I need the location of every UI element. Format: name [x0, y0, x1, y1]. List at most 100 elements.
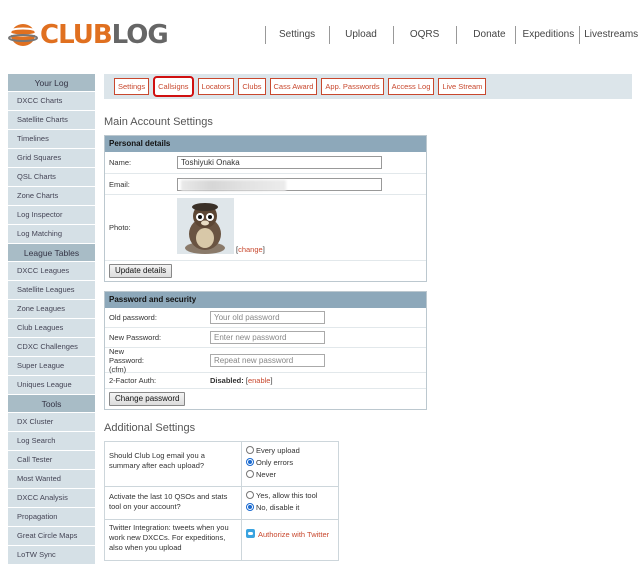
radio-never[interactable]: [246, 470, 254, 478]
tanuki-figurine-image: [177, 198, 234, 254]
radio-every-upload[interactable]: [246, 446, 254, 454]
sidebar-item-log-inspector[interactable]: Log Inspector: [8, 206, 95, 225]
email-field[interactable]: [177, 177, 382, 191]
change-photo-wrapper: [change]: [236, 245, 265, 254]
radio-disable-tool[interactable]: [246, 503, 254, 511]
top-navigation: Settings Upload OQRS Donate Expeditions …: [265, 26, 638, 44]
name-field[interactable]: Toshiyuki Onaka: [177, 156, 382, 169]
two-factor-label: 2-Factor Auth:: [109, 376, 157, 385]
authorize-twitter-link[interactable]: Authorize with Twitter: [258, 530, 329, 539]
tab-callsigns[interactable]: Callsigns: [153, 76, 194, 97]
additional-settings-table: Should Club Log email you a summary afte…: [104, 441, 339, 561]
sidebar-item-log-matching[interactable]: Log Matching: [8, 225, 95, 244]
personal-details-heading: Personal details: [105, 136, 426, 152]
name-row: Name: Toshiyuki Onaka: [105, 152, 426, 174]
sidebar-item-dxcc-charts[interactable]: DXCC Charts: [8, 92, 95, 111]
old-password-row: Old password: Your old password: [105, 308, 426, 328]
email-option-never-label: Never: [256, 470, 277, 479]
confirm-password-row: New Password: (cfm) Repeat new password: [105, 346, 426, 374]
tool-option-no-label: No, disable it: [256, 503, 300, 512]
email-option-only-errors[interactable]: Only errors: [246, 457, 334, 469]
sidebar-item-log-search[interactable]: Log Search: [8, 432, 95, 451]
sidebar-heading-your-log: Your Log: [8, 74, 95, 92]
sidebar-item-zone-charts[interactable]: Zone Charts: [8, 187, 95, 206]
sidebar-item-most-wanted[interactable]: Most Wanted: [8, 470, 95, 489]
radio-only-errors[interactable]: [246, 458, 254, 466]
nav-livestreams[interactable]: Livestreams: [579, 26, 638, 44]
avatar: [177, 198, 234, 254]
email-option-every-upload-label: Every upload: [256, 446, 300, 455]
sidebar-item-propagation[interactable]: Propagation: [8, 508, 95, 527]
sidebar-item-club-leagues[interactable]: Club Leagues: [8, 319, 95, 338]
main-content: Settings Callsigns Locators Clubs Cass A…: [104, 74, 632, 561]
change-password-button[interactable]: Change password: [109, 392, 186, 406]
confirm-password-field[interactable]: Repeat new password: [210, 353, 325, 367]
update-row: Update details: [105, 261, 426, 281]
old-password-label: Old password:: [109, 313, 157, 322]
sidebar-item-call-tester[interactable]: Call Tester: [8, 451, 95, 470]
sidebar-item-super-league[interactable]: Super League: [8, 357, 95, 376]
twitter-icon: [246, 529, 255, 538]
change-photo-link[interactable]: change: [238, 245, 263, 254]
enable-bracket-close: ]: [270, 376, 273, 385]
tool-option-no[interactable]: No, disable it: [246, 502, 334, 514]
photo-row: Photo: [change]: [105, 195, 426, 261]
twitter-question: Twitter Integration: tweets when you wor…: [105, 520, 242, 560]
sidebar-item-dxcc-analysis[interactable]: DXCC Analysis: [8, 489, 95, 508]
two-factor-status: Disabled:: [210, 376, 244, 385]
last-qsos-tool-question: Activate the last 10 QSOs and stats tool…: [105, 487, 242, 519]
sidebar-item-dxcc-leagues[interactable]: DXCC Leagues: [8, 262, 95, 281]
tool-option-yes-label: Yes, allow this tool: [256, 491, 318, 500]
tool-option-yes[interactable]: Yes, allow this tool: [246, 490, 334, 502]
enable-two-factor-link[interactable]: enable: [248, 376, 271, 385]
clublog-logo[interactable]: CLUBLOG: [8, 18, 169, 52]
sidebar-item-dx-cluster[interactable]: DX Cluster: [8, 413, 95, 432]
nav-expeditions[interactable]: Expeditions: [514, 26, 580, 44]
nav-upload[interactable]: Upload: [329, 26, 393, 44]
sidebar-item-lotw-sync[interactable]: LoTW Sync: [8, 546, 95, 565]
email-option-never[interactable]: Never: [246, 469, 334, 481]
name-label: Name:: [109, 158, 132, 167]
sidebar: Your Log DXCC Charts Satellite Charts Ti…: [8, 74, 95, 565]
email-option-every-upload[interactable]: Every upload: [246, 445, 334, 457]
main-account-settings-title: Main Account Settings: [104, 116, 213, 128]
sidebar-item-satellite-charts[interactable]: Satellite Charts: [8, 111, 95, 130]
sidebar-item-grid-squares[interactable]: Grid Squares: [8, 149, 95, 168]
brand-club: CLUB: [40, 20, 113, 50]
sidebar-item-great-circle-maps[interactable]: Great Circle Maps: [8, 527, 95, 546]
tab-clubs[interactable]: Clubs: [238, 78, 266, 95]
photo-label: Photo:: [109, 223, 131, 232]
sidebar-item-qsl-charts[interactable]: QSL Charts: [8, 168, 95, 187]
change-bracket-close: ]: [262, 245, 265, 254]
sidebar-item-uniques-league[interactable]: Uniques League: [8, 376, 95, 395]
tab-cass-award[interactable]: Cass Award: [269, 78, 318, 95]
password-security-panel: Password and security Old password: Your…: [104, 291, 427, 410]
email-option-only-errors-label: Only errors: [256, 458, 294, 467]
globe-logo-icon: [8, 24, 38, 46]
email-summary-row: Should Club Log email you a summary afte…: [105, 442, 338, 487]
new-password-field[interactable]: Enter new password: [210, 331, 325, 344]
nav-donate[interactable]: Donate: [456, 26, 514, 44]
nav-settings[interactable]: Settings: [265, 26, 329, 44]
old-password-field[interactable]: Your old password: [210, 311, 325, 324]
email-summary-question: Should Club Log email you a summary afte…: [105, 442, 242, 486]
nav-oqrs[interactable]: OQRS: [392, 26, 456, 44]
radio-allow-tool[interactable]: [246, 491, 254, 499]
sidebar-heading-tools: Tools: [8, 395, 95, 413]
tab-live-stream[interactable]: Live Stream: [438, 78, 487, 95]
password-security-heading: Password and security: [105, 292, 426, 308]
sidebar-item-cdxc-challenges[interactable]: CDXC Challenges: [8, 338, 95, 357]
tab-settings[interactable]: Settings: [114, 78, 150, 95]
tab-access-log[interactable]: Access Log: [387, 78, 435, 95]
sidebar-item-zone-leagues[interactable]: Zone Leagues: [8, 300, 95, 319]
confirm-password-label: New Password: (cfm): [109, 346, 145, 374]
brand-log: LOG: [111, 20, 169, 50]
tab-locators[interactable]: Locators: [197, 78, 235, 95]
tab-app-passwords[interactable]: App. Passwords: [321, 78, 384, 95]
additional-settings-title: Additional Settings: [104, 422, 196, 434]
sidebar-item-satellite-leagues[interactable]: Satellite Leagues: [8, 281, 95, 300]
update-details-button[interactable]: Update details: [109, 264, 173, 278]
new-password-row: New Password: Enter new password: [105, 328, 426, 348]
two-factor-row: 2-Factor Auth: Disabled: [enable]: [105, 373, 426, 389]
sidebar-item-timelines[interactable]: Timelines: [8, 130, 95, 149]
